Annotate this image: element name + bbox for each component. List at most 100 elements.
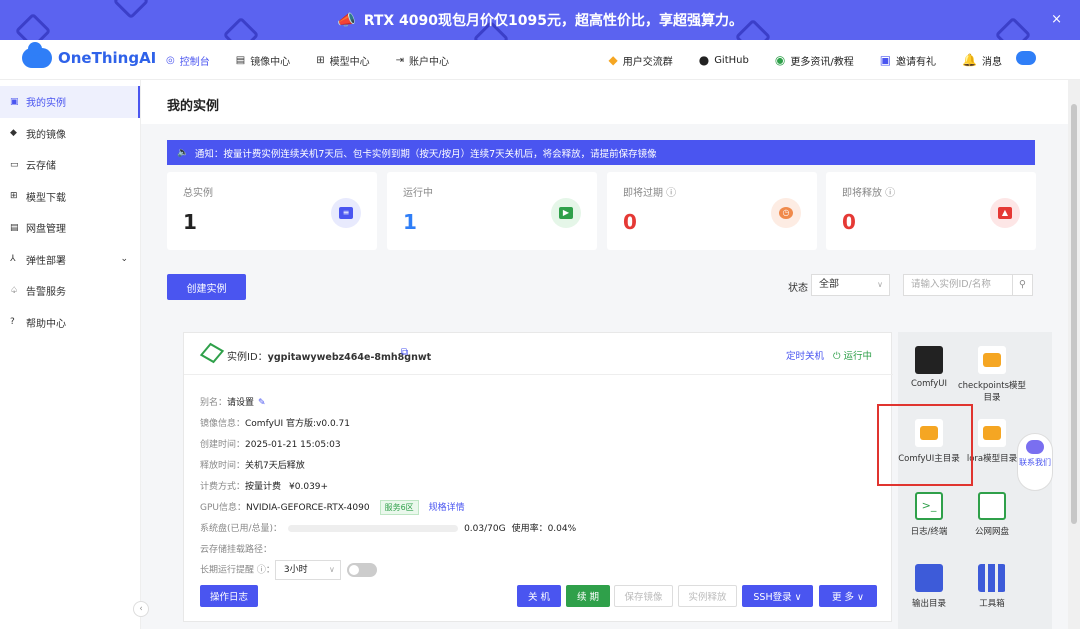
app-output-dir[interactable]: 输出目录 <box>894 564 964 609</box>
disk-usage: 使用率：0.04% <box>511 524 577 534</box>
netdisk-icon <box>978 492 1006 520</box>
shutdown-button[interactable]: 关 机 <box>517 585 561 607</box>
stat-total: 总实例 1 ≡ <box>167 172 377 250</box>
sidebar-item-cloud-storage[interactable]: ▭ 云存储 <box>0 149 140 181</box>
status-text: 运行中 <box>843 351 873 362</box>
operation-log-button[interactable]: 操作日志 <box>200 585 258 607</box>
stat-value: 1 <box>183 210 197 234</box>
alert-icon: ♤ <box>10 285 19 296</box>
sidebar-item-netdisk[interactable]: ▤ 网盘管理 <box>0 212 140 244</box>
sidebar-item-alert[interactable]: ♤ 告警服务 <box>0 275 140 307</box>
tab-image-center[interactable]: ▤ 镜像中心 <box>236 53 290 68</box>
clock-icon: ◷ <box>771 198 801 228</box>
chevron-down-icon: ⌄ <box>120 254 128 265</box>
image-icon: ▤ <box>235 54 246 66</box>
sidebar-item-label: 帮助中心 <box>26 318 66 330</box>
image-icon: ◆ <box>10 128 17 139</box>
app-checkpoints-dir[interactable]: checkpoints模型目录 <box>957 346 1027 403</box>
sidebar-item-model-download[interactable]: ⊞ 模型下载 <box>0 181 140 213</box>
status-select[interactable]: 全部 ∨ <box>811 274 890 296</box>
app-public-netdisk[interactable]: 公网网盘 <box>957 492 1027 537</box>
app-comfyui[interactable]: ComfyUI <box>894 346 964 389</box>
stat-label: 运行中 <box>403 188 433 199</box>
save-image-button[interactable]: 保存镜像 <box>614 585 673 607</box>
nav-label: 消息 <box>982 56 1002 68</box>
scrollbar[interactable] <box>1068 80 1080 629</box>
price-value: ¥0.039+ <box>289 482 329 492</box>
running-icon: ⏻ <box>833 351 844 362</box>
disk-value: 0.03/70G <box>464 524 506 534</box>
page-title: 我的实例 <box>167 99 220 114</box>
copy-icon[interactable]: ⧉ <box>401 347 408 358</box>
created-value: 2025-01-21 15:05:03 <box>245 440 341 450</box>
field-label: 长期运行提醒 ⓘ： <box>200 565 275 576</box>
nav-label: 更多资讯/教程 <box>790 56 854 68</box>
field-label: 云存储挂载路径： <box>200 545 273 555</box>
sidebar-item-label: 告警服务 <box>26 287 66 299</box>
spec-details-link[interactable]: 规格详情 <box>429 503 465 513</box>
reminder-toggle[interactable] <box>346 563 377 577</box>
sidebar: ▣ 我的实例 ◆ 我的镜像 ▭ 云存储 ⊞ 模型下载 ▤ 网盘管理 ⅄ 弹性部署 ⌄ ♤ 告警服… <box>0 80 141 629</box>
sidebar-item-elastic-deploy[interactable]: ⅄ 弹性部署 ⌄ <box>0 244 140 276</box>
page-header <box>141 80 1068 124</box>
release-value: 关机7天后释放 <box>245 461 305 471</box>
avatar[interactable] <box>1016 51 1036 65</box>
gpu-value: NVIDIA-GEFORCE-RTX-4090 <box>246 503 370 513</box>
field-label: 镜像信息： <box>200 419 246 429</box>
github-link[interactable]: ● GitHub <box>699 53 749 67</box>
app-label: lora模型目录 <box>966 454 1018 464</box>
scheduled-shutdown-link[interactable]: 定时关机 <box>786 348 824 362</box>
sidebar-item-my-images[interactable]: ◆ 我的镜像 <box>0 118 140 150</box>
search-icon[interactable]: ⚲ <box>1012 275 1032 295</box>
download-icon: ⊞ <box>10 191 18 202</box>
tab-model-center[interactable]: ⊞ 模型中心 <box>316 53 369 68</box>
help-icon: ? <box>10 317 15 328</box>
app-toolbox[interactable]: 工具箱 <box>957 564 1027 609</box>
highlight-box <box>877 404 973 486</box>
release-instance-button[interactable]: 实例释放 <box>678 585 737 607</box>
user-group-link[interactable]: ◆ 用户交流群 <box>608 53 672 68</box>
invite-link[interactable]: ▣ 邀请有礼 <box>880 53 936 68</box>
speaker-icon: 🔈 <box>177 147 189 158</box>
billing-value: 按量计费 <box>245 482 282 492</box>
field-label: 释放时间： <box>200 461 246 471</box>
sidebar-item-label: 我的镜像 <box>26 129 66 141</box>
tab-label: 模型中心 <box>329 56 370 68</box>
app-label: 日志/终端 <box>910 527 948 537</box>
chat-icon <box>1026 440 1044 454</box>
sidebar-item-my-instances[interactable]: ▣ 我的实例 <box>0 86 140 118</box>
promo-banner[interactable]: 📣 RTX 4090现包月价仅1095元，超高性价比，享超强算力。 × <box>0 0 1080 40</box>
chat-group-icon: ◆ <box>608 53 618 67</box>
image-value: ComfyUI 官方版:v0.0.71 <box>245 419 350 429</box>
sidebar-item-label: 弹性部署 <box>26 255 66 267</box>
sidebar-collapse-button[interactable]: ‹ <box>133 601 149 617</box>
gpu-zone-tag: 服务6区 <box>379 500 419 515</box>
play-icon: ▶ <box>551 198 581 228</box>
status-filter-label: 状态 <box>788 283 808 294</box>
reminder-select[interactable]: 3小时 ∨ <box>274 560 341 580</box>
more-button[interactable]: 更 多 ∨ <box>819 585 877 607</box>
scrollbar-thumb[interactable] <box>1071 104 1077 524</box>
contact-us-button[interactable]: 联系我们 <box>1017 433 1053 491</box>
tab-label: 控制台 <box>179 56 210 68</box>
search-input[interactable]: 请输入实例ID/名称 ⚲ <box>903 274 1033 296</box>
status-select-value: 全部 <box>819 279 839 290</box>
tutorial-link[interactable]: ◉ 更多资讯/教程 <box>775 53 854 68</box>
alias-value[interactable]: 请设置 <box>227 398 254 408</box>
app-terminal[interactable]: >_ 日志/终端 <box>894 492 964 537</box>
notice-bar: 🔈 通知：按量计费实例连续关机7天后、包卡实例到期（按天/按月）连续7天关机后，将… <box>167 140 1035 165</box>
logo[interactable]: OneThingAI <box>22 42 157 68</box>
contact-label: 联系我们 <box>1019 458 1051 467</box>
sidebar-item-help[interactable]: ? 帮助中心 <box>0 307 140 339</box>
search-placeholder: 请输入实例ID/名称 <box>911 279 991 290</box>
ssh-login-button[interactable]: SSH登录 ∨ <box>742 585 813 607</box>
logo-text: OneThingAI <box>58 49 157 67</box>
renew-button[interactable]: 续 期 <box>566 585 610 607</box>
edit-icon[interactable]: ✎ <box>258 398 266 408</box>
github-icon: ● <box>698 53 710 67</box>
tab-console[interactable]: ◎ 控制台 <box>166 53 210 68</box>
tab-account-center[interactable]: ⇥ 账户中心 <box>396 53 449 68</box>
close-icon[interactable]: × <box>1051 12 1062 27</box>
create-instance-button[interactable]: 创建实例 <box>167 274 246 300</box>
messages-link[interactable]: 🔔 消息 <box>962 53 1002 68</box>
